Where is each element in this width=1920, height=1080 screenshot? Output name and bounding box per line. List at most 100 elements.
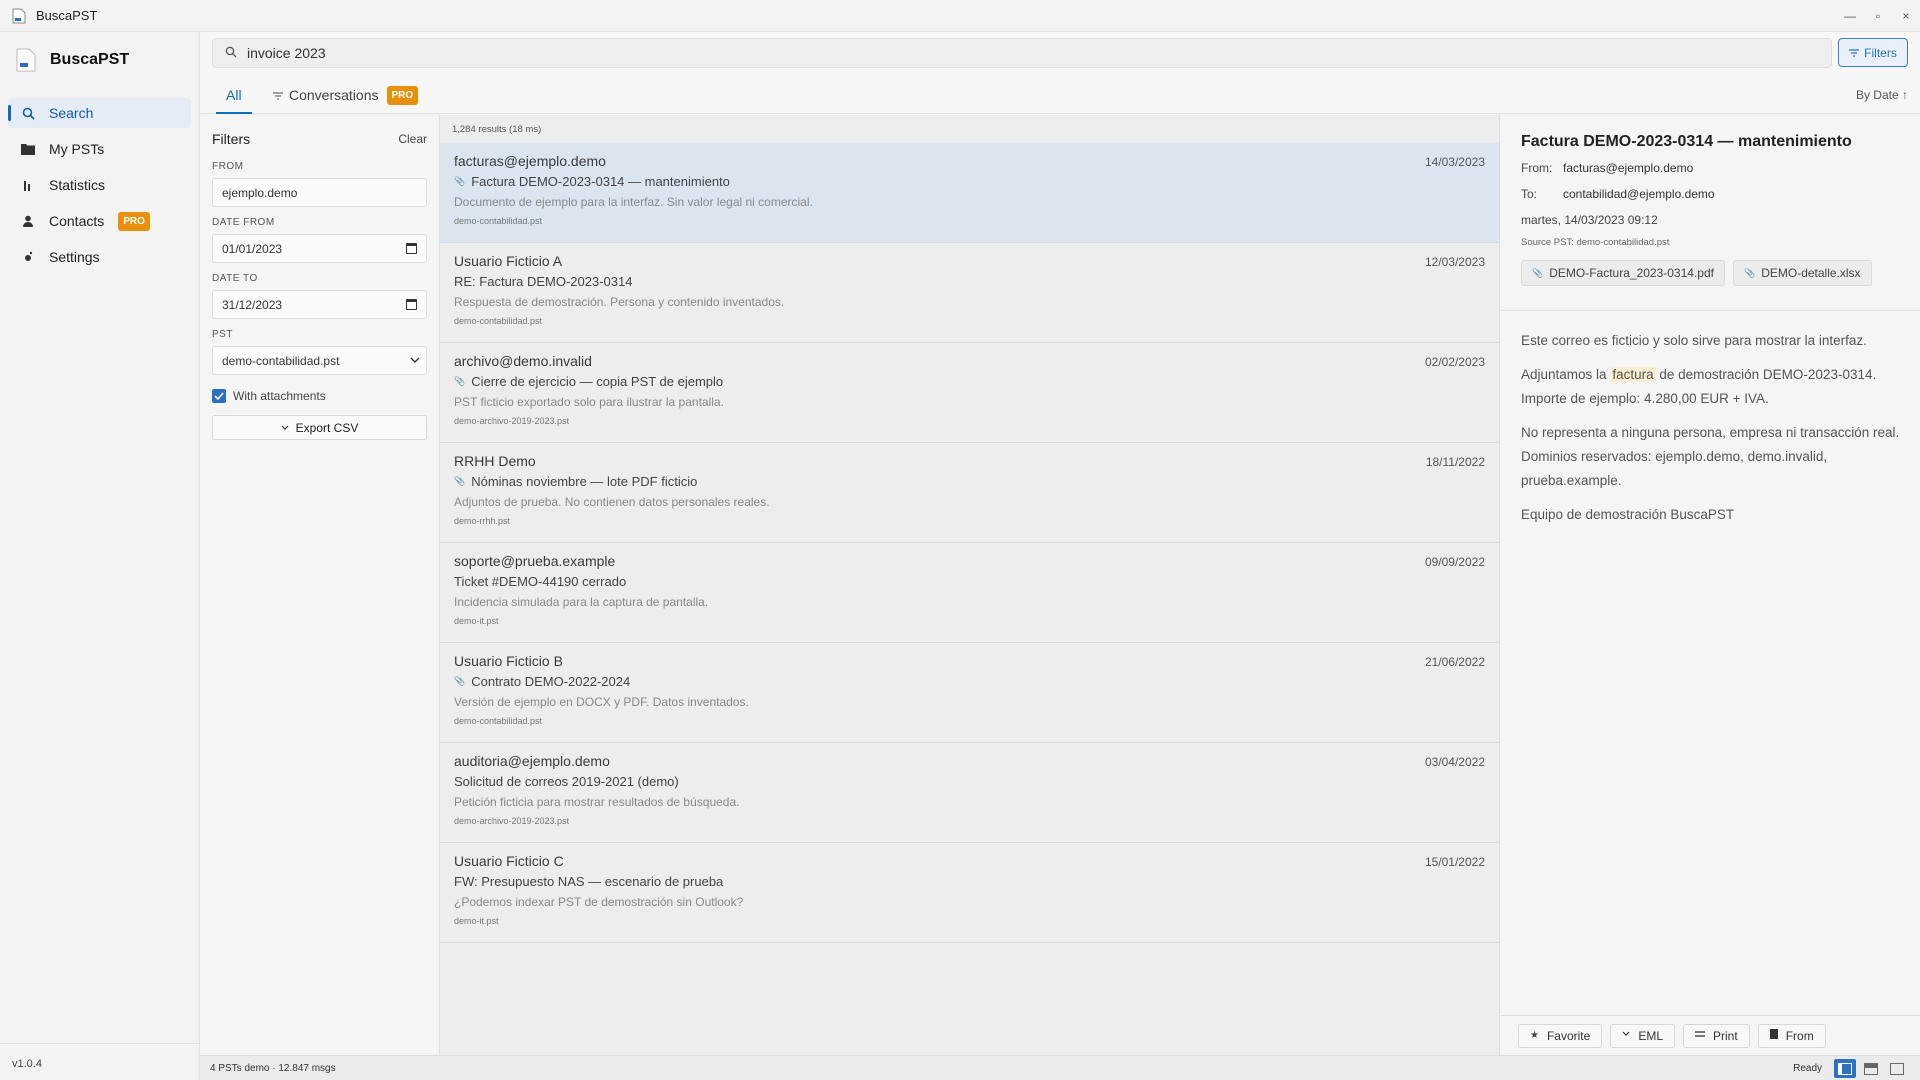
search-box[interactable] xyxy=(212,38,1832,68)
tab-conversations[interactable]: Conversations PRO xyxy=(273,76,419,114)
result-row[interactable]: Usuario Ficticio B 21/06/2022 📎 Contrato … xyxy=(440,643,1499,743)
search-bar: Filters xyxy=(200,32,1920,76)
attachment-chip[interactable]: 📎 DEMO-detalle.xlsx xyxy=(1732,260,1872,286)
layout-single-pane-button[interactable] xyxy=(1886,1059,1908,1078)
body-paragraph: Equipo de demostración BuscaPST xyxy=(1521,507,1735,522)
title-bar: BuscaPST — ▫ × xyxy=(0,0,1920,32)
row-subject-line: 📎 Nóminas noviembre — lote PDF ficticio xyxy=(454,474,1485,489)
result-row[interactable]: Usuario Ficticio A 12/03/2023 RE: Factur… xyxy=(440,243,1499,343)
sidebar: BuscaPST Search My PSTs Statistics Conta… xyxy=(0,32,200,1080)
app-version: v1.0.4 xyxy=(12,1058,42,1070)
row-pst-file: demo-contabilidad.pst xyxy=(454,216,543,226)
maximize-button[interactable]: ▫ xyxy=(1864,0,1892,32)
row-preview: Adjuntos de prueba. No contienen datos p… xyxy=(454,495,770,509)
row-subject-line: 📎 Factura DEMO-2023-0314 — mantenimiento xyxy=(454,174,1485,189)
sidebar-item-label: Contacts xyxy=(49,213,105,229)
row-sender: soporte@prueba.example xyxy=(454,553,616,569)
result-row[interactable]: Usuario Ficticio C 15/01/2022 FW: Presup… xyxy=(440,843,1499,943)
calendar-icon[interactable] xyxy=(406,299,417,310)
row-pst-file: demo-archivo-2019-2023.pst xyxy=(454,416,570,426)
date-from-field[interactable]: 01/01/2023 xyxy=(212,234,427,263)
filters-button[interactable]: Filters xyxy=(1838,38,1908,67)
attachments-checkbox-row[interactable]: With attachments xyxy=(212,389,427,403)
close-button[interactable]: × xyxy=(1892,0,1920,32)
calendar-icon[interactable] xyxy=(406,243,417,254)
logo-icon xyxy=(16,48,36,72)
favorite-button[interactable]: ★ Favorite xyxy=(1518,1023,1603,1048)
folder-icon xyxy=(20,141,36,157)
attachment-chip[interactable]: 📎 DEMO-Factura_2023-0314.pdf xyxy=(1521,260,1725,286)
date-from-value: 01/01/2023 xyxy=(222,241,283,256)
tab-all[interactable]: All xyxy=(216,76,251,114)
row-subject: Contrato DEMO-2022-2024 xyxy=(471,674,631,689)
print-button[interactable]: Print xyxy=(1683,1023,1750,1048)
tab-label: All xyxy=(226,87,242,103)
row-subject: Factura DEMO-2023-0314 — mantenimiento xyxy=(471,174,730,189)
row-sender: auditoria@ejemplo.demo xyxy=(454,753,610,769)
sidebar-item-label: My PSTs xyxy=(49,141,105,157)
filter-icon xyxy=(1849,46,1860,60)
pst-value: demo-contabilidad.pst xyxy=(222,353,340,368)
sidebar-item-label: Settings xyxy=(49,249,100,265)
row-pst-file: demo-archivo-2019-2023.pst xyxy=(454,816,570,826)
status-ready: Ready xyxy=(1793,1063,1822,1074)
sidebar-item-statistics[interactable]: Statistics xyxy=(8,170,191,200)
to-address[interactable]: contabilidad@ejemplo.demo xyxy=(1563,187,1715,201)
from-value: ejemplo.demo xyxy=(222,185,298,200)
preview-source: Source PST: demo-contabilidad.pst xyxy=(1521,237,1670,248)
export-csv-button[interactable]: Export CSV xyxy=(212,415,427,440)
row-subject: RE: Factura DEMO-2023-0314 xyxy=(454,274,633,289)
layout-two-row-button[interactable] xyxy=(1860,1059,1882,1078)
search-icon xyxy=(20,105,36,121)
app-icon xyxy=(12,8,26,24)
result-row[interactable]: auditoria@ejemplo.demo 03/04/2022 Solici… xyxy=(440,743,1499,843)
pst-select[interactable]: demo-contabilidad.pst xyxy=(212,346,427,375)
sort-by-date[interactable]: By Date ↑ xyxy=(1856,88,1908,102)
filters-title: Filters xyxy=(212,131,251,147)
filters-button-label: Filters xyxy=(1864,45,1897,60)
search-input[interactable] xyxy=(247,45,1747,61)
row-subject-line: Solicitud de correos 2019-2021 (demo) xyxy=(454,774,1485,789)
result-row[interactable]: RRHH Demo 18/11/2022 📎 Nóminas noviembre … xyxy=(440,443,1499,543)
row-preview: Respuesta de demostración. Persona y con… xyxy=(454,295,785,309)
sidebar-item-contacts[interactable]: Contacts PRO xyxy=(8,206,191,236)
row-subject: Solicitud de correos 2019-2021 (demo) xyxy=(454,774,679,789)
chevron-down-icon xyxy=(410,356,420,367)
star-icon: ★ xyxy=(1530,1030,1539,1041)
print-label: Print xyxy=(1713,1028,1738,1043)
layout-three-pane-button[interactable] xyxy=(1834,1059,1856,1078)
attachment-name: DEMO-Factura_2023-0314.pdf xyxy=(1549,266,1714,280)
preview-header: Factura DEMO-2023-0314 — mantenimiento F… xyxy=(1501,115,1920,311)
date-to-field[interactable]: 31/12/2023 xyxy=(212,290,427,319)
row-date: 09/09/2022 xyxy=(1424,555,1485,569)
clear-filters-button[interactable]: Clear xyxy=(398,132,427,146)
row-subject: FW: Presupuesto NAS — escenario de prueb… xyxy=(454,874,724,889)
from-filter-button[interactable]: From xyxy=(1757,1023,1826,1048)
attachments-checkbox[interactable] xyxy=(212,389,226,403)
row-subject-line: Ticket #DEMO-44190 cerrado xyxy=(454,574,1485,589)
gear-icon xyxy=(20,249,36,265)
body-paragraph: Este correo es ficticio y solo sirve par… xyxy=(1521,333,1867,348)
result-row[interactable]: archivo@demo.invalid 02/02/2023 📎 Cierre … xyxy=(440,343,1499,443)
result-row[interactable]: facturas@ejemplo.demo 14/03/2023 📎 Factur… xyxy=(440,143,1499,243)
row-subject-line: RE: Factura DEMO-2023-0314 xyxy=(454,274,1485,289)
from-address[interactable]: facturas@ejemplo.demo xyxy=(1563,161,1693,175)
attachment-icon: 📎 xyxy=(1743,267,1756,278)
filters-panel: Filters Clear FROM ejemplo.demo DATE FRO… xyxy=(200,115,440,1055)
sidebar-nav: Search My PSTs Statistics Contacts PRO S… xyxy=(0,98,199,272)
from-field[interactable]: ejemplo.demo xyxy=(212,178,427,207)
result-row[interactable]: soporte@prueba.example 09/09/2022 Ticket… xyxy=(440,543,1499,643)
row-subject: Ticket #DEMO-44190 cerrado xyxy=(454,574,627,589)
eml-button[interactable]: EML xyxy=(1610,1023,1676,1048)
sidebar-item-my-psts[interactable]: My PSTs xyxy=(8,134,191,164)
minimize-button[interactable]: — xyxy=(1836,0,1864,32)
status-summary: 4 PSTs demo · 12.847 msgs xyxy=(210,1062,336,1074)
row-pst-file: demo-contabilidad.pst xyxy=(454,316,543,326)
sidebar-item-settings[interactable]: Settings xyxy=(8,242,191,272)
row-preview: Documento de ejemplo para la interfaz. S… xyxy=(454,195,813,209)
results-count: 1,284 results (18 ms) xyxy=(452,123,542,135)
eml-label: EML xyxy=(1638,1028,1664,1043)
bar-chart-icon xyxy=(20,177,36,193)
results-list: 1,284 results (18 ms) facturas@ejemplo.d… xyxy=(440,115,1500,1055)
sidebar-item-search[interactable]: Search xyxy=(8,98,191,128)
